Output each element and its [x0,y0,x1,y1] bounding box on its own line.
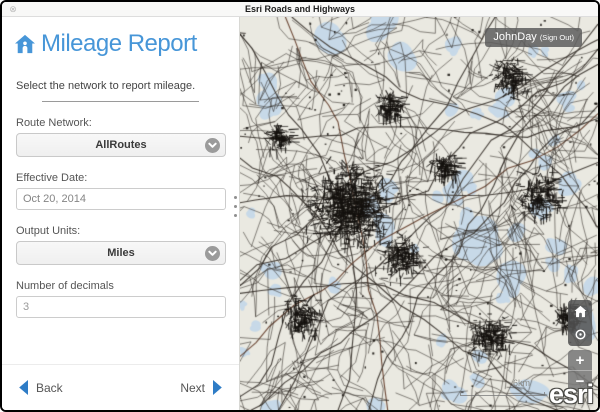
effective-date-input[interactable] [16,188,226,210]
locate-icon [574,328,587,341]
output-units-label: Output Units: [16,225,239,237]
window-title: Esri Roads and Highways [245,4,355,14]
zoom-in-button[interactable]: + [568,350,592,371]
esri-logo: esri [549,379,593,410]
effective-date-label: Effective Date: [16,172,239,184]
basemap-canvas[interactable] [240,17,598,410]
home-icon [14,34,36,54]
user-badge[interactable]: JohnDay (Sign Out) [485,28,582,47]
panel-resize-grip[interactable] [234,196,237,217]
plus-icon: + [576,353,585,368]
next-button[interactable]: Next [180,380,223,395]
decimals-input[interactable] [16,296,226,318]
window-circle-x-icon[interactable]: ⊗ [8,4,18,14]
home-icon [574,305,587,318]
wizard-footer: Back Next [2,364,239,410]
output-units-dropdown[interactable]: Miles [16,241,226,265]
route-network-value: AllRoutes [95,139,146,151]
panel-header: Mileage Report [14,30,239,58]
chevron-right-icon [212,380,223,395]
chevron-left-icon [18,380,29,395]
back-label: Back [36,381,63,395]
chevron-down-icon [205,246,220,261]
mileage-report-panel: Mileage Report Select the network to rep… [2,17,240,410]
scalebar [460,392,545,396]
window-titlebar: ⊗ Esri Roads and Highways [2,2,598,17]
route-network-dropdown[interactable]: AllRoutes [16,133,226,157]
app-window: ⊗ Esri Roads and Highways Mileage Report… [0,0,600,412]
map-view[interactable]: JohnDay (Sign Out) + [240,17,598,410]
sign-out-link[interactable]: (Sign Out) [540,33,574,42]
user-name: JohnDay [493,31,536,43]
output-units-value: Miles [107,247,135,259]
decimals-label: Number of decimals [16,280,239,292]
page-title: Mileage Report [41,30,197,58]
route-network-label: Route Network: [16,117,239,129]
back-button[interactable]: Back [18,380,63,395]
panel-subtitle: Select the network to report mileage. [16,80,239,92]
scalebar-label: 6km [513,378,530,388]
chevron-down-icon [205,138,220,153]
map-locate-button[interactable] [568,323,592,346]
subtitle-divider [42,101,199,102]
map-home-button[interactable] [568,300,592,323]
next-label: Next [180,381,205,395]
